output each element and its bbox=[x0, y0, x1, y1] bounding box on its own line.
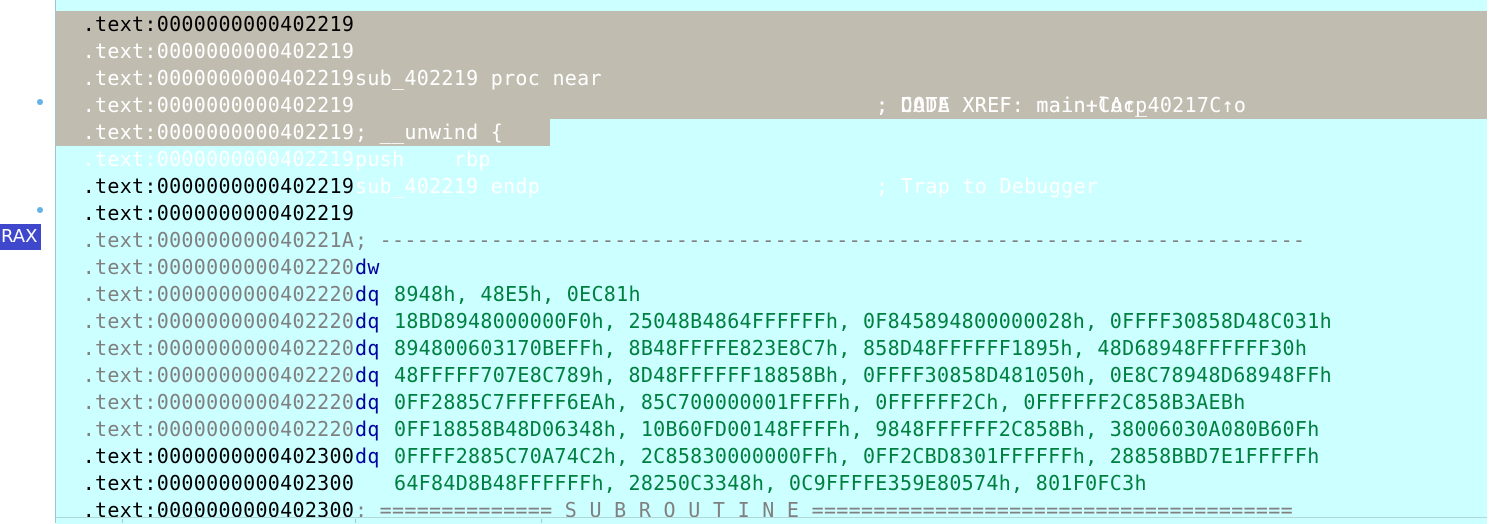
listing-line[interactable]: .text:0000000000402219 ; DATA XREF: main… bbox=[58, 38, 1246, 117]
separator-comment: ; --------------------------------------… bbox=[355, 228, 1306, 252]
function-endp-label[interactable]: sub_402219 endp bbox=[355, 173, 540, 200]
data-directive[interactable]: dq bbox=[355, 443, 380, 470]
listing-line[interactable]: .text:0000000000402220 dq 894800603170BE… bbox=[58, 254, 1307, 360]
data-operands[interactable]: 0FF18858B48D06348h, 10B60FD00148FFFFh, 9… bbox=[394, 416, 1320, 443]
data-directive[interactable]: dq bbox=[355, 416, 380, 443]
listing-line[interactable]: .text:0000000000402300 bbox=[58, 470, 354, 522]
data-directive[interactable]: dq bbox=[355, 362, 380, 389]
data-operands[interactable]: 894800603170BEFFh, 8B48FFFFE823E8C7h, 85… bbox=[394, 335, 1307, 362]
data-operands[interactable]: 64F84D8B48FFFFFFh, 28250C3348h, 0C9FFFFE… bbox=[394, 470, 1147, 497]
listing-line[interactable]: .text:0000000000402219 sub_402219 proc n… bbox=[58, 11, 1148, 117]
listing-line[interactable]: .text:000000000040221A dw 8948h, 48E5h, … bbox=[58, 200, 641, 306]
listing-line[interactable]: .text:0000000000402220 dq 0FFFF2885C70A7… bbox=[58, 362, 1320, 468]
data-operands[interactable]: 0FF2885C7FFFFF6EAh, 85C700000001FFFFh, 0… bbox=[394, 389, 1246, 416]
breakpoint-dot-icon[interactable] bbox=[37, 99, 43, 105]
data-directive[interactable]: dq bbox=[355, 335, 380, 362]
ruler-tick bbox=[541, 519, 542, 523]
unwind-comment: ; __unwind { bbox=[355, 120, 504, 144]
function-proc-label[interactable]: sub_402219 proc near bbox=[355, 65, 602, 92]
listing-line[interactable]: .text:0000000000402300 ; ============== … bbox=[58, 443, 1293, 522]
listing-line[interactable]: .text:0000000000402219 bbox=[58, 146, 354, 198]
instruction-comment: ; Trap to Debugger bbox=[876, 174, 1099, 198]
data-directive[interactable]: dw bbox=[355, 254, 380, 281]
data-operands[interactable]: 18BD8948000000F0h, 25048B4864FFFFFFh, 0F… bbox=[394, 308, 1332, 335]
data-operands[interactable]: 8948h, 48E5h, 0EC81h bbox=[394, 281, 641, 308]
breakpoint-dot-icon[interactable] bbox=[37, 207, 43, 213]
data-operands[interactable]: 0FFFF2885C70A74C2h, 2C85830000000FFh, 0F… bbox=[394, 443, 1320, 470]
listing-line[interactable]: .text:0000000000402220 dq 0FF2885C7FFFFF… bbox=[58, 308, 1246, 414]
data-directive[interactable]: dq bbox=[355, 389, 380, 416]
listing-gutter[interactable] bbox=[0, 0, 55, 523]
listing-line[interactable]: .text:0000000000402219 sub_402219 endp bbox=[58, 119, 540, 198]
ruler-tick bbox=[122, 519, 123, 523]
data-directive[interactable]: dq bbox=[355, 281, 380, 308]
listing-right-margin bbox=[1487, 0, 1512, 523]
listing-line[interactable]: .text:0000000000402220 dq 48FFFFF707E8C7… bbox=[58, 281, 1332, 387]
listing-line[interactable]: .text:0000000000402219 bbox=[58, 0, 354, 36]
xref-comment[interactable]: ; DATA XREF: main:loc_40217C↑o bbox=[876, 92, 1246, 119]
listing-line[interactable]: .text:0000000000402300 bbox=[58, 416, 354, 468]
register-rax-badge[interactable]: RAX bbox=[0, 224, 41, 250]
listing-line[interactable]: .text:0000000000402220 dq 64F84D8B48FFFF… bbox=[58, 389, 1147, 495]
listing-line[interactable]: .text:0000000000402220 dq 0FF18858B48D06… bbox=[58, 335, 1320, 441]
instruction-text[interactable]: push rbp bbox=[355, 146, 491, 173]
listing-line[interactable]: .text:0000000000402219 ; ---------------… bbox=[58, 173, 1305, 252]
data-operands[interactable]: 48FFFFF707E8C789h, 8D48FFFFFF18858Bh, 0F… bbox=[394, 362, 1332, 389]
data-directive[interactable]: dq bbox=[355, 308, 380, 335]
listing-line[interactable]: .text:0000000000402220 dq 18BD8948000000… bbox=[58, 227, 1332, 333]
listing-line[interactable]: .text:0000000000402219 ; __unwind { bbox=[58, 65, 503, 144]
listing-line[interactable]: .text:0000000000402219 push rbp ; Trap t… bbox=[58, 92, 1098, 198]
ruler-tick bbox=[355, 519, 356, 523]
